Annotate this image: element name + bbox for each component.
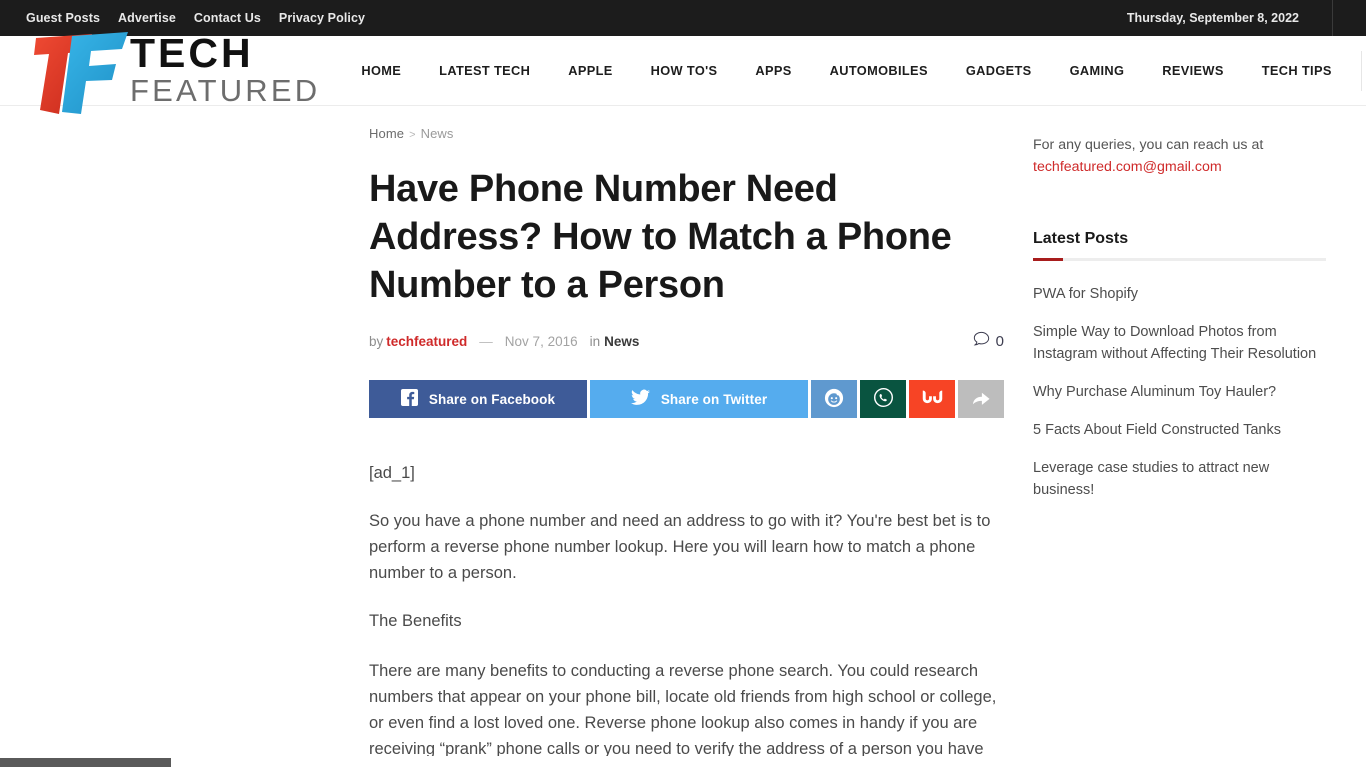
list-item: Why Purchase Aluminum Toy Hauler? bbox=[1033, 381, 1326, 403]
share-twitter-label: Share on Twitter bbox=[660, 391, 768, 407]
comment-count: 0 bbox=[995, 332, 1004, 350]
list-item: 5 Facts About Field Constructed Tanks bbox=[1033, 419, 1326, 441]
breadcrumb-home[interactable]: Home bbox=[369, 126, 404, 141]
logo-text-featured: FEATURED bbox=[130, 73, 321, 108]
tf-logo-icon bbox=[34, 30, 132, 116]
share-stumbleupon-button[interactable] bbox=[909, 380, 955, 418]
nav-item-home[interactable]: HOME bbox=[342, 36, 420, 106]
sidebar-post-link-2[interactable]: Simple Way to Download Photos from Insta… bbox=[1033, 321, 1326, 365]
horizontal-scrollbar-thumb[interactable] bbox=[0, 758, 171, 767]
article-subheading-benefits: The Benefits bbox=[369, 612, 462, 630]
top-link-privacy-policy[interactable]: Privacy Policy bbox=[279, 11, 365, 25]
logo-text-tech: TECH bbox=[130, 30, 254, 76]
share-twitter-button[interactable]: Share on Twitter bbox=[590, 380, 808, 418]
comment-count-group[interactable]: 0 bbox=[973, 331, 1004, 351]
sidebar-contact-text: For any queries, you can reach us at bbox=[1033, 137, 1264, 153]
main-navigation: HOME LATEST TECH APPLE HOW TO'S APPS AUT… bbox=[320, 36, 1366, 105]
share-facebook-label: Share on Facebook bbox=[428, 391, 556, 407]
post-meta: by techfeatured — Nov 7, 2016 in News 0 bbox=[369, 331, 1004, 351]
nav-item-tech-tips[interactable]: TECH TIPS bbox=[1243, 36, 1351, 106]
page-title: Have Phone Number Need Address? How to M… bbox=[369, 168, 952, 306]
nav-item-automobiles[interactable]: AUTOMOBILES bbox=[811, 36, 947, 106]
reddit-icon bbox=[824, 388, 844, 411]
sidebar: For any queries, you can reach us at tec… bbox=[1012, 126, 1366, 768]
meta-author[interactable]: techfeatured bbox=[386, 334, 467, 349]
share-facebook-button[interactable]: Share on Facebook bbox=[369, 380, 587, 418]
site-logo[interactable]: TECH FEATURED bbox=[0, 31, 320, 114]
breadcrumb-separator: > bbox=[409, 129, 416, 141]
article-paragraph-benefits: There are many benefits to conducting a … bbox=[369, 662, 997, 768]
breadcrumb-current: News bbox=[420, 126, 454, 141]
site-header: TECH FEATURED HOME LATEST TECH APPLE HOW… bbox=[0, 31, 1366, 114]
facebook-icon bbox=[400, 389, 418, 409]
comment-bubble-icon bbox=[973, 331, 990, 351]
stumbleupon-icon bbox=[921, 389, 944, 409]
share-buttons: Share on Facebook Share on Twitter bbox=[369, 380, 1004, 418]
list-item: PWA for Shopify bbox=[1033, 283, 1326, 305]
nav-item-apple[interactable]: APPLE bbox=[549, 36, 631, 106]
share-arrow-icon bbox=[971, 389, 991, 410]
meta-category[interactable]: News bbox=[604, 334, 639, 349]
nav-item-how-tos[interactable]: HOW TO'S bbox=[632, 36, 737, 106]
meta-date: Nov 7, 2016 bbox=[504, 333, 578, 349]
article-body: [ad_1] So you have a phone number and ne… bbox=[369, 460, 1012, 768]
top-link-contact-us[interactable]: Contact Us bbox=[194, 11, 261, 25]
nav-item-latest-tech[interactable]: LATEST TECH bbox=[420, 36, 549, 106]
list-item: Leverage case studies to attract new bus… bbox=[1033, 457, 1326, 501]
nav-item-gadgets[interactable]: GADGETS bbox=[947, 36, 1051, 106]
logo-wordmark: TECH FEATURED bbox=[130, 33, 320, 108]
article-paragraph-ad: [ad_1] bbox=[369, 464, 415, 482]
meta-in-label: in bbox=[589, 333, 601, 349]
search-button[interactable] bbox=[1362, 36, 1366, 106]
whatsapp-icon bbox=[873, 387, 894, 411]
top-link-advertise[interactable]: Advertise bbox=[118, 11, 176, 25]
sidebar-post-link-4[interactable]: 5 Facts About Field Constructed Tanks bbox=[1033, 419, 1326, 441]
page-body: Home > News Have Phone Number Need Address… bbox=[0, 106, 1366, 768]
nav-item-gaming[interactable]: GAMING bbox=[1051, 36, 1144, 106]
sidebar-post-link-1[interactable]: PWA for Shopify bbox=[1033, 283, 1326, 305]
list-item: Simple Way to Download Photos from Insta… bbox=[1033, 321, 1326, 365]
sidebar-latest-posts-list: PWA for Shopify Simple Way to Download P… bbox=[1033, 283, 1326, 501]
sidebar-latest-posts-heading: Latest Posts bbox=[1033, 230, 1326, 261]
main-content: Home > News Have Phone Number Need Address… bbox=[0, 126, 1012, 768]
horizontal-scrollbar[interactable] bbox=[0, 756, 1366, 768]
article-paragraph-intro: So you have a phone number and need an a… bbox=[369, 512, 991, 582]
twitter-icon bbox=[630, 389, 650, 409]
meta-by-label: by bbox=[369, 333, 384, 349]
sidebar-contact-email[interactable]: techfeatured.com@gmail.com bbox=[1033, 159, 1222, 175]
sidebar-post-link-5[interactable]: Leverage case studies to attract new bus… bbox=[1033, 457, 1326, 501]
sidebar-post-link-3[interactable]: Why Purchase Aluminum Toy Hauler? bbox=[1033, 381, 1326, 403]
top-bar-links: Guest Posts Advertise Contact Us Privacy… bbox=[26, 11, 365, 25]
breadcrumb: Home > News bbox=[369, 126, 1012, 141]
sidebar-contact-block: For any queries, you can reach us at tec… bbox=[1033, 134, 1326, 178]
nav-item-reviews[interactable]: REVIEWS bbox=[1143, 36, 1242, 106]
share-reddit-button[interactable] bbox=[811, 380, 857, 418]
meta-dash: — bbox=[479, 333, 493, 349]
top-link-guest-posts[interactable]: Guest Posts bbox=[26, 11, 100, 25]
share-more-button[interactable] bbox=[958, 380, 1004, 418]
nav-item-apps[interactable]: APPS bbox=[736, 36, 810, 106]
current-date: Thursday, September 8, 2022 bbox=[1127, 0, 1333, 36]
share-whatsapp-button[interactable] bbox=[860, 380, 906, 418]
